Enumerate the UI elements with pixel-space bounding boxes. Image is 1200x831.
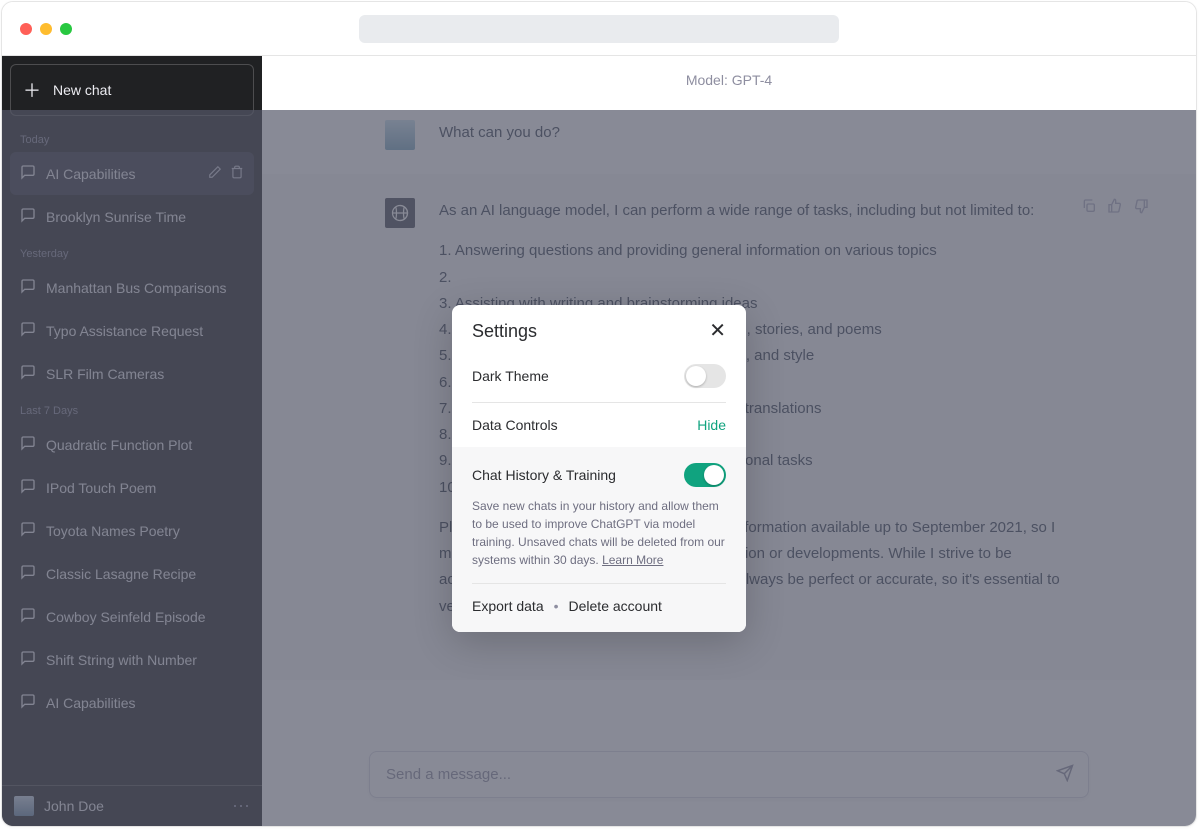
sidebar-item-label: Typo Assistance Request bbox=[46, 323, 244, 339]
chat-icon bbox=[20, 478, 36, 497]
list-item: 2. bbox=[439, 265, 1073, 291]
chat-icon bbox=[20, 607, 36, 626]
new-chat-label: New chat bbox=[53, 82, 111, 98]
list-item: 10. bbox=[439, 475, 1073, 501]
chat-icon bbox=[20, 693, 36, 712]
list-item: 3. Assisting with writing and brainstorm… bbox=[439, 291, 1073, 317]
assistant-message: As an AI language model, I can perform a… bbox=[262, 174, 1196, 680]
chat-icon bbox=[20, 435, 36, 454]
chat-icon bbox=[20, 207, 36, 226]
sidebar-item-label: SLR Film Cameras bbox=[46, 366, 244, 382]
copy-icon[interactable] bbox=[1081, 198, 1097, 219]
section-label: Yesterday bbox=[10, 238, 254, 266]
user-message: What can you do? bbox=[262, 96, 1196, 174]
sidebar-item-label: AI Capabilities bbox=[46, 695, 244, 711]
thumbs-up-icon[interactable] bbox=[1107, 198, 1123, 219]
sidebar-item-label: Toyota Names Poetry bbox=[46, 523, 244, 539]
app-window: ＋ New chat Today AI Capabilities Brooklyn … bbox=[1, 1, 1197, 827]
chat-icon bbox=[20, 521, 36, 540]
chat-icon bbox=[20, 650, 36, 669]
thumbs-down-icon[interactable] bbox=[1133, 198, 1149, 219]
delete-icon[interactable] bbox=[230, 165, 244, 182]
section-label: Today bbox=[10, 124, 254, 152]
assistant-avatar bbox=[385, 198, 415, 228]
sidebar-item[interactable]: Shift String with Number bbox=[10, 638, 254, 681]
sidebar-item-label: AI Capabilities bbox=[46, 166, 198, 182]
chat-icon bbox=[20, 564, 36, 583]
close-window-icon[interactable] bbox=[20, 23, 32, 35]
user-avatar bbox=[385, 120, 415, 150]
user-message-text: What can you do? bbox=[439, 120, 1073, 150]
sidebar-item[interactable]: Cowboy Seinfeld Episode bbox=[10, 595, 254, 638]
edit-icon[interactable] bbox=[208, 165, 222, 182]
content-area: Model: GPT-4 What can you do? As an AI bbox=[262, 56, 1196, 826]
message-placeholder: Send a message... bbox=[386, 766, 511, 783]
address-bar[interactable] bbox=[359, 15, 839, 43]
sidebar-item-label: Quadratic Function Plot bbox=[46, 437, 244, 453]
sidebar-item[interactable]: IPod Touch Poem bbox=[10, 466, 254, 509]
list-item: 1. Answering questions and providing gen… bbox=[439, 238, 1073, 264]
list-item: 4. Generating creative content such as e… bbox=[439, 317, 1073, 343]
sidebar-item[interactable]: Classic Lasagne Recipe bbox=[10, 552, 254, 595]
maximize-window-icon[interactable] bbox=[60, 23, 72, 35]
message-actions bbox=[1081, 198, 1149, 219]
sidebar-item-label: Cowboy Seinfeld Episode bbox=[46, 609, 244, 625]
sidebar-item-label: Manhattan Bus Comparisons bbox=[46, 280, 244, 296]
sidebar-item[interactable]: AI Capabilities bbox=[10, 152, 254, 195]
sidebar-item[interactable]: Typo Assistance Request bbox=[10, 309, 254, 352]
model-label: Model: GPT-4 bbox=[262, 56, 1196, 96]
list-item: 7. Assisting with language learning or o… bbox=[439, 396, 1073, 422]
sidebar-item[interactable]: SLR Film Cameras bbox=[10, 352, 254, 395]
list-item: 8. bbox=[439, 422, 1073, 448]
sidebar-item-label: Brooklyn Sunrise Time bbox=[46, 209, 244, 225]
list-item: 6. bbox=[439, 370, 1073, 396]
plus-icon: ＋ bbox=[23, 77, 41, 103]
chat-icon bbox=[20, 364, 36, 383]
minimize-window-icon[interactable] bbox=[40, 23, 52, 35]
window-controls bbox=[20, 23, 72, 35]
list-item: 5. Helping with grammar, spelling, punct… bbox=[439, 343, 1073, 369]
chat-icon bbox=[20, 278, 36, 297]
sidebar-item-label: IPod Touch Poem bbox=[46, 480, 244, 496]
sidebar-item-label: Shift String with Number bbox=[46, 652, 244, 668]
send-icon[interactable] bbox=[1056, 764, 1074, 786]
titlebar bbox=[2, 2, 1196, 56]
sidebar-item[interactable]: AI Capabilities bbox=[10, 681, 254, 724]
user-name: John Doe bbox=[44, 798, 222, 814]
sidebar: ＋ New chat Today AI Capabilities Brooklyn … bbox=[2, 56, 262, 826]
new-chat-button[interactable]: ＋ New chat bbox=[10, 64, 254, 116]
message-input[interactable]: Send a message... bbox=[369, 751, 1089, 798]
avatar bbox=[14, 796, 34, 816]
sidebar-item[interactable]: Manhattan Bus Comparisons bbox=[10, 266, 254, 309]
sidebar-item-label: Classic Lasagne Recipe bbox=[46, 566, 244, 582]
sidebar-item[interactable]: Toyota Names Poetry bbox=[10, 509, 254, 552]
chat-icon bbox=[20, 164, 36, 183]
list-item: 9. Helping with planning, scheduling, an… bbox=[439, 448, 1073, 474]
more-icon[interactable]: ⋯ bbox=[232, 797, 250, 815]
sidebar-item[interactable]: Brooklyn Sunrise Time bbox=[10, 195, 254, 238]
assistant-outro: Please note that my knowledge is based o… bbox=[439, 515, 1073, 620]
chat-icon bbox=[20, 321, 36, 340]
sidebar-footer[interactable]: John Doe ⋯ bbox=[2, 785, 262, 826]
assistant-intro: As an AI language model, I can perform a… bbox=[439, 198, 1073, 224]
sidebar-item[interactable]: Quadratic Function Plot bbox=[10, 423, 254, 466]
section-label: Last 7 Days bbox=[10, 395, 254, 423]
